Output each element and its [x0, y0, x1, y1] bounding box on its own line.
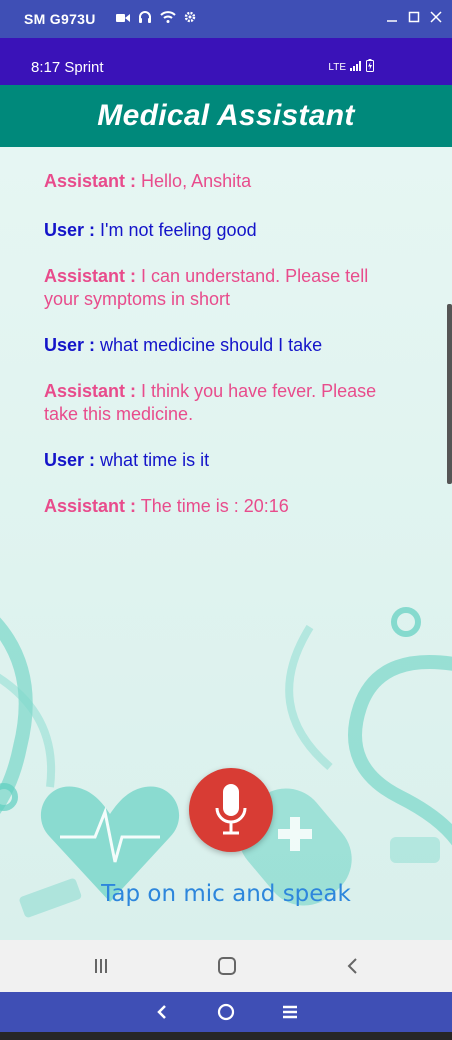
chat-message-assistant: Assistant : I can understand. Please tel…	[44, 265, 404, 311]
maximize-icon[interactable]	[408, 8, 420, 26]
recents-icon[interactable]	[90, 955, 112, 977]
message-text: what medicine should I take	[100, 335, 323, 355]
chat-screen: Assistant : Hello, Anshita User : I'm no…	[0, 147, 452, 940]
headset-icon[interactable]	[138, 10, 152, 29]
battery-icon	[366, 59, 374, 75]
microphone-icon	[215, 784, 247, 835]
chat-message-assistant: Assistant : The time is : 20:16	[44, 495, 404, 518]
back-icon[interactable]	[342, 955, 364, 977]
chat-message-user: User : what medicine should I take	[44, 334, 404, 357]
message-sender: User :	[44, 335, 96, 355]
message-text: I'm not feeling good	[100, 220, 257, 240]
close-icon[interactable]	[430, 8, 442, 26]
message-text: The time is : 20:16	[140, 496, 289, 516]
message-sender: User :	[44, 450, 96, 470]
bottom-strip	[0, 1032, 452, 1040]
home-icon[interactable]	[216, 955, 238, 977]
message-sender: Assistant :	[44, 381, 137, 401]
status-bar: 8:17 Sprint LTE	[0, 38, 452, 85]
gear-icon[interactable]	[184, 10, 196, 28]
message-sender: Assistant :	[44, 171, 137, 191]
video-icon[interactable]	[116, 10, 130, 28]
message-text: Hello, Anshita	[141, 171, 252, 191]
wifi-icon[interactable]	[160, 10, 176, 28]
minimize-icon[interactable]	[386, 8, 398, 26]
chat-message-user: User : what time is it	[44, 449, 404, 472]
android-navigation-bar	[0, 940, 452, 992]
emulator-title-bar: SM G973U	[0, 0, 452, 38]
device-title: SM G973U	[24, 11, 96, 27]
chat-message-assistant: Assistant : Hello, Anshita	[44, 170, 404, 193]
mic-button[interactable]	[189, 768, 273, 852]
emulator-back-icon[interactable]	[152, 1002, 172, 1022]
chat-message-user: User : I'm not feeling good	[44, 219, 404, 242]
message-sender: User :	[44, 220, 96, 240]
chat-message-assistant: Assistant : I think you have fever. Plea…	[44, 380, 404, 426]
message-text: what time is it	[100, 450, 210, 470]
emulator-home-icon[interactable]	[216, 1002, 236, 1022]
app-title: Medical Assistant	[97, 99, 355, 132]
message-sender: Assistant :	[44, 496, 137, 516]
signal-icon	[350, 60, 362, 74]
mic-hint-text: Tap on mic and speak	[101, 881, 351, 907]
status-time-carrier: 8:17 Sprint	[31, 59, 104, 76]
scrollbar[interactable]	[447, 304, 452, 484]
emulator-navigation-bar	[0, 992, 452, 1032]
menu-icon[interactable]	[280, 1002, 300, 1022]
network-type: LTE	[328, 61, 346, 73]
app-bar: Medical Assistant	[0, 85, 452, 147]
message-sender: Assistant :	[44, 266, 137, 286]
